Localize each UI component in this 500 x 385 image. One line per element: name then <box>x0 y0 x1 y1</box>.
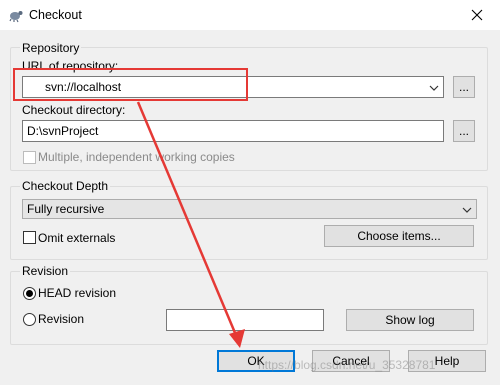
repository-group-title: Repository <box>20 41 82 55</box>
choose-items-button[interactable]: Choose items... <box>324 225 474 247</box>
multiple-copies-checkbox[interactable] <box>23 151 36 164</box>
title-bar: Checkout <box>0 0 500 30</box>
revision-label: Revision <box>38 312 85 326</box>
window-title: Checkout <box>29 8 82 22</box>
revision-input[interactable] <box>166 309 324 331</box>
head-revision-radio[interactable] <box>23 287 36 300</box>
revision-radio[interactable] <box>23 313 36 326</box>
watermark: https://blog.csdn.net/u_35328781 <box>258 358 436 372</box>
chevron-down-icon[interactable] <box>428 82 440 94</box>
checkout-directory-input[interactable]: D:\svnProject <box>22 120 444 142</box>
omit-externals-label: Omit externals <box>38 231 116 245</box>
checkout-depth-dropdown[interactable]: Fully recursive <box>22 199 477 219</box>
revision-group-title: Revision <box>20 264 71 278</box>
url-combobox[interactable]: svn://localhost <box>22 76 444 98</box>
checkout-depth-group <box>10 186 488 260</box>
checkout-depth-value: Fully recursive <box>27 202 105 216</box>
revision-group <box>10 271 488 345</box>
url-label: URL of repository: <box>22 59 119 73</box>
multiple-copies-label: Multiple, independent working copies <box>38 150 235 164</box>
close-button[interactable] <box>454 0 500 30</box>
checkout-depth-group-title: Checkout Depth <box>20 179 111 193</box>
url-browse-button[interactable]: ... <box>453 76 475 98</box>
close-icon <box>471 9 483 21</box>
directory-browse-button[interactable]: ... <box>453 120 475 142</box>
head-revision-label: HEAD revision <box>38 286 117 300</box>
tortoise-svn-icon <box>9 11 23 23</box>
url-value: svn://localhost <box>45 80 122 94</box>
chevron-down-icon <box>462 207 472 213</box>
checkout-directory-value: D:\svnProject <box>27 124 99 138</box>
checkout-directory-label: Checkout directory: <box>22 103 126 117</box>
omit-externals-checkbox[interactable] <box>23 231 36 244</box>
show-log-button[interactable]: Show log <box>346 309 474 331</box>
